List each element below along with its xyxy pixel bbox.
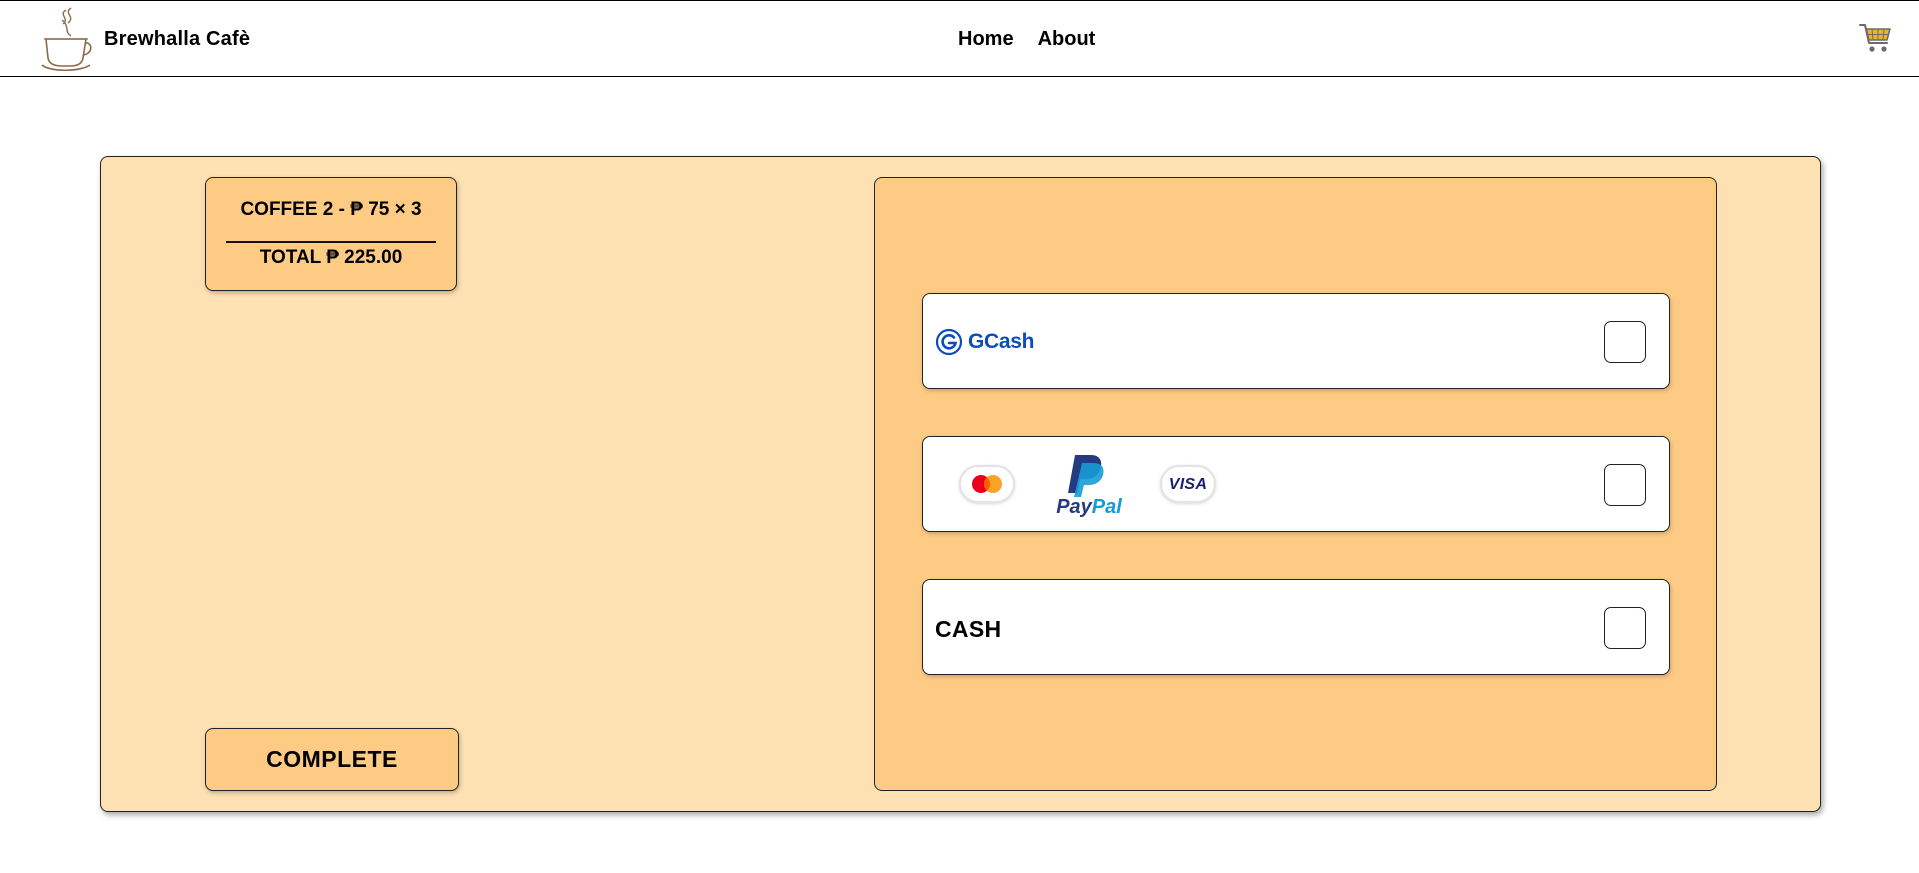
order-divider [226,241,436,243]
order-summary: COFFEE 2 - ₱ 75 × 3 TOTAL ₱ 225.00 [205,177,457,291]
cash-label: CASH [935,616,1002,642]
nav-home-link[interactable]: Home [958,28,1014,51]
visa-label: VISA [1168,476,1208,493]
cash-checkbox[interactable] [1604,607,1646,649]
gcash-icon [935,328,963,356]
order-item-line: COFFEE 2 - ₱ 75 × 3 [240,199,422,220]
gcash-logo: GCash [935,328,1034,356]
coffee-cup-logo-icon [41,7,92,72]
main-nav: Home About [958,1,1095,78]
complete-button[interactable]: COMPLETE [205,728,459,791]
payment-option-cash[interactable]: CASH [922,579,1670,675]
payment-option-gcash[interactable]: GCash [922,293,1670,389]
brand-name: Brewhalla Cafè [104,27,251,50]
gcash-checkbox[interactable] [1604,321,1646,363]
checkout-panel: COFFEE 2 - ₱ 75 × 3 TOTAL ₱ 225.00 COMPL… [100,156,1821,812]
card-paypal-checkbox[interactable] [1604,464,1646,506]
mastercard-logo-icon [959,465,1015,503]
svg-text:PayPal: PayPal [1056,496,1122,517]
order-total: TOTAL ₱ 225.00 [259,247,403,268]
gcash-label: GCash [968,330,1035,353]
nav-about-link[interactable]: About [1038,28,1096,51]
payment-methods-panel: GCash PayPal VISA CASH [874,177,1717,791]
visa-logo-icon: VISA [1160,465,1216,503]
top-navbar: Brewhalla Cafè Home About [0,0,1919,77]
shopping-cart-icon[interactable] [1859,21,1893,55]
paypal-logo-icon: PayPal [1056,455,1122,517]
payment-option-card-paypal[interactable]: PayPal VISA [922,436,1670,532]
brand[interactable]: Brewhalla Cafè [40,6,250,72]
